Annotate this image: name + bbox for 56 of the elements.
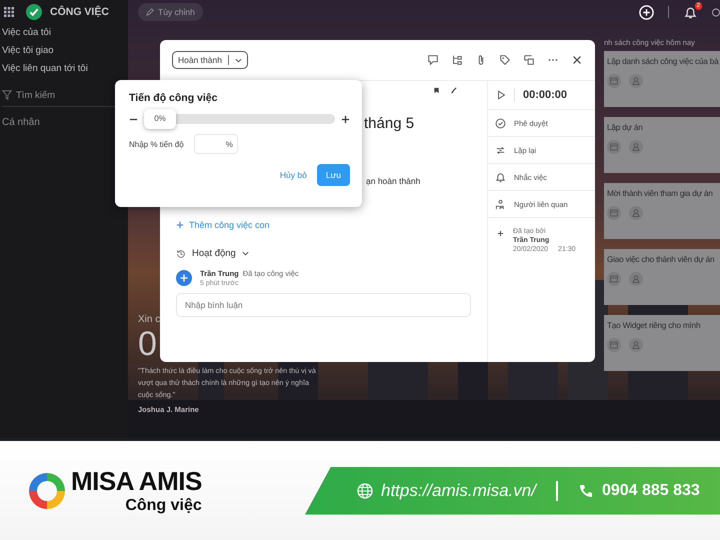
search-field[interactable]: Tìm kiếm (16, 90, 106, 100)
filter-icon (2, 90, 12, 100)
app-title: CÔNG VIỆC (50, 6, 109, 18)
repeat-icon (495, 144, 506, 156)
add-icon[interactable] (639, 4, 654, 20)
phone-icon (578, 482, 594, 498)
popover-title: Tiến độ công việc (129, 92, 218, 104)
caret-icon (242, 251, 249, 256)
task-title: Giao việc cho thành viên dự án (607, 255, 716, 264)
clock-text: 0 (138, 327, 158, 361)
percent-field[interactable]: % (194, 134, 238, 154)
greeting-text: Xin c (138, 314, 162, 325)
subtask-icon[interactable] (451, 54, 463, 66)
comment-field[interactable]: Nhập bình luận (176, 293, 471, 317)
comment-icon[interactable] (427, 54, 439, 66)
plus-icon (341, 114, 350, 124)
phone-number: 0904 885 833 (602, 482, 700, 500)
sidebar-item[interactable]: Việc của tôi (2, 24, 128, 42)
tag-icon[interactable] (499, 54, 511, 66)
task-title: Lập dự án (607, 123, 644, 132)
bell-icon[interactable] (683, 4, 698, 20)
caret-icon (234, 58, 242, 62)
logo-icon (27, 470, 67, 510)
slider-thumb[interactable]: 0% (144, 109, 176, 129)
sidebar-item[interactable]: Việc tôi giao (2, 42, 128, 60)
task-title: Mời thành viên tham gia dự án (607, 189, 714, 198)
bookmark-icon[interactable] (433, 87, 440, 94)
sidebar-item[interactable]: Việc liên quan tới tôi (2, 60, 128, 78)
cancel-link[interactable]: Hủy bỏ (280, 170, 307, 180)
input-label: Nhập % tiến độ (129, 140, 184, 148)
app-grid-icon[interactable] (4, 7, 14, 17)
task-title: Lập danh sách công việc của bà (607, 57, 720, 66)
customize-button[interactable]: Tùy chỉnh (138, 3, 203, 21)
status-dropdown[interactable]: Hoàn thành (172, 51, 248, 69)
people-icon (495, 198, 506, 210)
pencil-icon (146, 8, 154, 16)
brand-name: MISA AMIS (71, 466, 202, 497)
task-title: tháng 5 (364, 115, 416, 132)
play-icon[interactable] (497, 90, 506, 100)
plus-icon (497, 230, 504, 237)
history-icon (176, 248, 186, 258)
add-subtask-link[interactable]: Thêm công việc con (176, 220, 471, 230)
avatar-plus-icon (176, 270, 192, 286)
deadline-label: ạn hoàn thành (366, 176, 422, 186)
bell-icon (495, 172, 506, 182)
product-name: Công việc (125, 497, 202, 515)
globe-icon (357, 482, 373, 498)
increase-button[interactable] (341, 114, 350, 124)
check-circle-icon (495, 118, 506, 128)
timer-text: 00:00:00 (523, 89, 568, 101)
plus-icon (176, 221, 184, 229)
check-logo-icon (26, 4, 42, 20)
task-title: Tạo Widget riêng cho mình (607, 321, 702, 330)
section-label: Cá nhân (2, 117, 41, 128)
close-icon[interactable] (571, 54, 583, 66)
activity-toggle[interactable]: Hoạt động (176, 248, 471, 259)
